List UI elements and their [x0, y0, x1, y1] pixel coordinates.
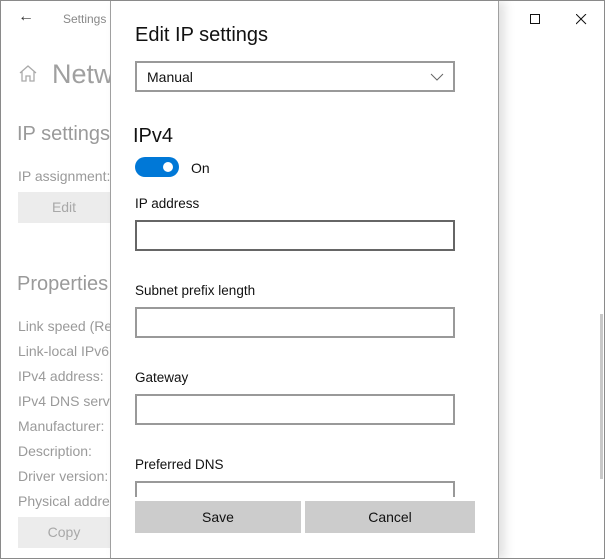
- scrollbar[interactable]: [600, 314, 603, 479]
- property-row: Link-local IPv6: [18, 343, 110, 359]
- dialog-title: Edit IP settings: [135, 24, 269, 46]
- maximize-button[interactable]: [512, 5, 558, 33]
- toggle-knob: [163, 162, 173, 172]
- save-button[interactable]: Save: [135, 501, 301, 533]
- maximize-icon: [529, 13, 540, 24]
- chevron-down-icon: [430, 73, 444, 81]
- settings-window: ← Settings Netw IP settings IP assignmen…: [0, 0, 605, 559]
- ip-mode-select[interactable]: Manual: [135, 61, 455, 92]
- copy-button[interactable]: Copy: [18, 517, 110, 548]
- ip-address-label: IP address: [135, 196, 200, 211]
- property-row: Manufacturer:: [18, 418, 105, 434]
- cancel-button[interactable]: Cancel: [305, 501, 475, 533]
- ipv4-heading: IPv4: [133, 125, 174, 147]
- ip-assignment-label: IP assignment:: [18, 168, 110, 184]
- background-page: ← Settings Netw IP settings IP assignmen…: [1, 1, 110, 558]
- toggle-state-label: On: [191, 160, 210, 176]
- property-row: Physical addres: [18, 493, 110, 509]
- property-row: IPv4 DNS serve: [18, 393, 110, 409]
- close-icon: [575, 13, 586, 24]
- ipv4-toggle[interactable]: [135, 157, 179, 177]
- property-row: Driver version:: [18, 468, 109, 484]
- gateway-input[interactable]: [135, 394, 455, 425]
- back-arrow-icon[interactable]: ←: [18, 8, 34, 26]
- subnet-prefix-length-input[interactable]: [135, 307, 455, 338]
- close-button[interactable]: [558, 5, 604, 33]
- properties-heading: Properties: [17, 273, 109, 295]
- property-row: IPv4 address:: [18, 368, 104, 384]
- edit-button[interactable]: Edit: [18, 192, 110, 223]
- page-title: Netw: [52, 59, 110, 89]
- property-row: Link speed (Re: [18, 318, 110, 334]
- ip-address-input[interactable]: [135, 220, 455, 251]
- window-title: Settings: [63, 12, 107, 26]
- gateway-label: Gateway: [135, 370, 189, 385]
- home-icon: [18, 63, 38, 88]
- preferred-dns-label: Preferred DNS: [135, 457, 224, 472]
- ip-settings-heading: IP settings: [17, 123, 110, 145]
- edit-ip-settings-dialog: Edit IP settings Manual IPv4 On IP addre…: [110, 1, 499, 558]
- ip-mode-selected: Manual: [147, 69, 193, 85]
- subnet-prefix-length-label: Subnet prefix length: [135, 283, 256, 298]
- property-row: Description:: [18, 443, 92, 459]
